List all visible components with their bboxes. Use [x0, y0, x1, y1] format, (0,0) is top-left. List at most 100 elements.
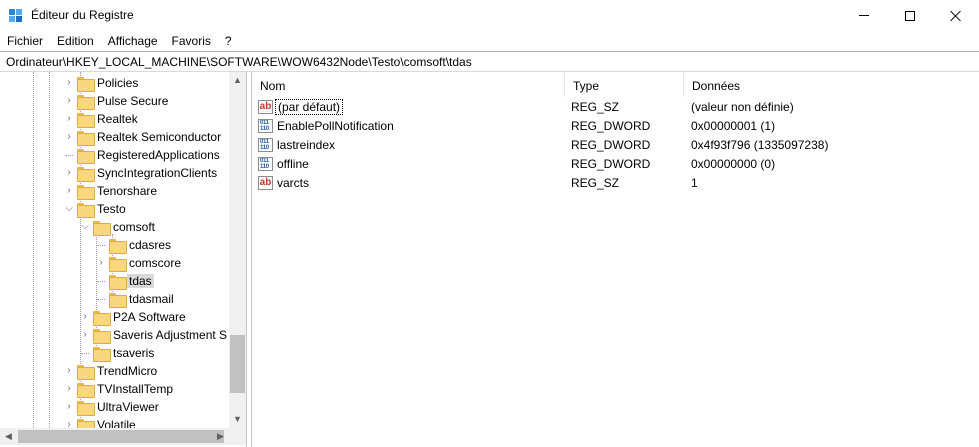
tree-horizontal-scrollbar[interactable]: ◀ ▶	[0, 428, 229, 445]
tree-item[interactable]: tdasmail	[0, 290, 229, 308]
tree-item-label: RegisteredApplications	[97, 148, 220, 162]
chevron-down-icon[interactable]: ⌵	[80, 221, 90, 233]
menu-edition[interactable]: Edition	[50, 31, 101, 51]
folder-icon	[77, 365, 95, 380]
folder-icon	[109, 257, 127, 272]
value-type: REG_SZ	[571, 176, 620, 190]
folder-icon	[77, 419, 95, 428]
value-name: EnablePollNotification	[277, 119, 394, 133]
tree-item-label: comscore	[129, 256, 182, 270]
tree-vertical-scrollbar[interactable]: ▲ ▼	[229, 72, 246, 428]
tree-item[interactable]: ⌵ comsoft	[0, 218, 229, 236]
chevron-right-icon[interactable]: ›	[80, 329, 90, 341]
tree-item[interactable]: tsaveris	[0, 344, 229, 362]
tree-guide-line	[65, 155, 73, 156]
tree-item-label: TrendMicro	[97, 364, 158, 378]
folder-icon	[77, 131, 95, 146]
scrollbar-corner	[229, 428, 246, 445]
tree-item[interactable]: › Volatile	[0, 416, 229, 428]
scroll-up-arrow-icon[interactable]: ▲	[229, 72, 246, 89]
value-row[interactable]: 011 110 lastreindex REG_DWORD 0x4f93f796 (13…	[252, 136, 979, 155]
tree-item[interactable]: › TVInstallTemp	[0, 380, 229, 398]
tree-horizontal-scroll-thumb[interactable]	[18, 430, 224, 443]
value-name: offline	[277, 157, 309, 171]
chevron-right-icon[interactable]: ›	[64, 383, 74, 395]
folder-icon	[109, 239, 127, 254]
column-header-data[interactable]: Données	[684, 72, 979, 97]
folder-icon	[93, 347, 111, 362]
dword-value-icon: 011 110	[258, 138, 273, 152]
chevron-right-icon[interactable]: ›	[64, 113, 74, 125]
chevron-right-icon[interactable]: ›	[80, 311, 90, 323]
scroll-left-arrow-icon[interactable]: ◀	[0, 428, 17, 445]
maximize-button[interactable]	[887, 0, 933, 31]
folder-icon	[109, 275, 127, 290]
tree-item[interactable]: › Pulse Secure	[0, 92, 229, 110]
close-button[interactable]	[933, 0, 979, 31]
folder-icon	[77, 383, 95, 398]
chevron-right-icon[interactable]: ›	[96, 257, 106, 269]
tree-item[interactable]: › Saveris Adjustment S	[0, 326, 229, 344]
minimize-icon	[859, 15, 869, 16]
menu-favoris[interactable]: Favoris	[165, 31, 218, 51]
value-data: 0x00000000 (0)	[691, 157, 776, 171]
tree-vertical-scroll-thumb[interactable]	[230, 335, 245, 393]
tree-item[interactable]: RegisteredApplications	[0, 146, 229, 164]
tree-item[interactable]: › Realtek	[0, 110, 229, 128]
menu-fichier[interactable]: Fichier	[0, 31, 50, 51]
tree-item-label: Volatile	[97, 418, 136, 428]
column-header-type[interactable]: Type	[565, 72, 684, 97]
tree-item[interactable]: › Policies	[0, 74, 229, 92]
tree-item[interactable]: › Realtek Semiconductor	[0, 128, 229, 146]
title-bar: Éditeur du Registre	[0, 0, 979, 31]
chevron-right-icon[interactable]: ›	[64, 131, 74, 143]
chevron-right-icon[interactable]: ›	[64, 167, 74, 179]
tree-item-label: cdasres	[129, 238, 172, 252]
column-header-name[interactable]: Nom	[252, 72, 565, 97]
minimize-button[interactable]	[841, 0, 887, 31]
chevron-down-icon[interactable]: ⌵	[64, 203, 74, 215]
menu-help[interactable]: ?	[218, 31, 239, 51]
tree-item-label: Testo	[97, 202, 126, 216]
tree-item-label: comsoft	[113, 220, 156, 234]
chevron-right-icon[interactable]: ›	[64, 95, 74, 107]
tree-item-label: Tenorshare	[97, 184, 158, 198]
key-tree-pane: › Policies › Pulse Secure › Realtek › Realtek S…	[0, 72, 247, 447]
tree-item[interactable]: › UltraViewer	[0, 398, 229, 416]
value-type: REG_SZ	[571, 100, 620, 114]
value-row[interactable]: ab varcts REG_SZ 1	[252, 174, 979, 193]
value-row[interactable]: ab (par défaut) REG_SZ (valeur non définie)	[252, 98, 979, 117]
folder-icon	[77, 113, 95, 128]
value-row[interactable]: 011 110 offline REG_DWORD 0x00000000 (0)	[252, 155, 979, 174]
tree-item[interactable]: tdas	[0, 272, 229, 290]
menu-bar: Fichier Edition Affichage Favoris ?	[0, 31, 979, 51]
value-name: (par défaut)	[275, 99, 344, 115]
scroll-right-arrow-icon[interactable]: ▶	[212, 428, 229, 445]
menu-affichage[interactable]: Affichage	[101, 31, 165, 51]
tree-item[interactable]: ⌵ Testo	[0, 200, 229, 218]
tree-item-label: Pulse Secure	[97, 94, 169, 108]
tree-item[interactable]: › comscore	[0, 254, 229, 272]
value-row[interactable]: 011 110 EnablePollNotification REG_DWORD 0x0…	[252, 117, 979, 136]
tree-guide-line	[81, 353, 89, 354]
tree-item-label: tsaveris	[113, 346, 155, 360]
tree-item-label: P2A Software	[113, 310, 186, 324]
folder-icon	[77, 185, 95, 200]
tree-guide-line	[97, 281, 105, 282]
chevron-right-icon[interactable]: ›	[64, 401, 74, 413]
maximize-icon	[905, 10, 915, 21]
scroll-down-arrow-icon[interactable]: ▼	[229, 411, 246, 428]
chevron-right-icon[interactable]: ›	[64, 185, 74, 197]
chevron-right-icon[interactable]: ›	[64, 419, 74, 428]
dword-value-icon: 011 110	[258, 119, 273, 133]
tree-item[interactable]: › P2A Software	[0, 308, 229, 326]
tree-item[interactable]: › Tenorshare	[0, 182, 229, 200]
chevron-right-icon[interactable]: ›	[64, 77, 74, 89]
address-bar[interactable]: Ordinateur\HKEY_LOCAL_MACHINE\SOFTWARE\W…	[0, 51, 979, 72]
tree-item[interactable]: › TrendMicro	[0, 362, 229, 380]
value-data: (valeur non définie)	[691, 100, 794, 114]
tree-item[interactable]: › SyncIntegrationClients	[0, 164, 229, 182]
tree-item[interactable]: cdasres	[0, 236, 229, 254]
tree-item-label: tdas	[127, 274, 154, 288]
chevron-right-icon[interactable]: ›	[64, 365, 74, 377]
